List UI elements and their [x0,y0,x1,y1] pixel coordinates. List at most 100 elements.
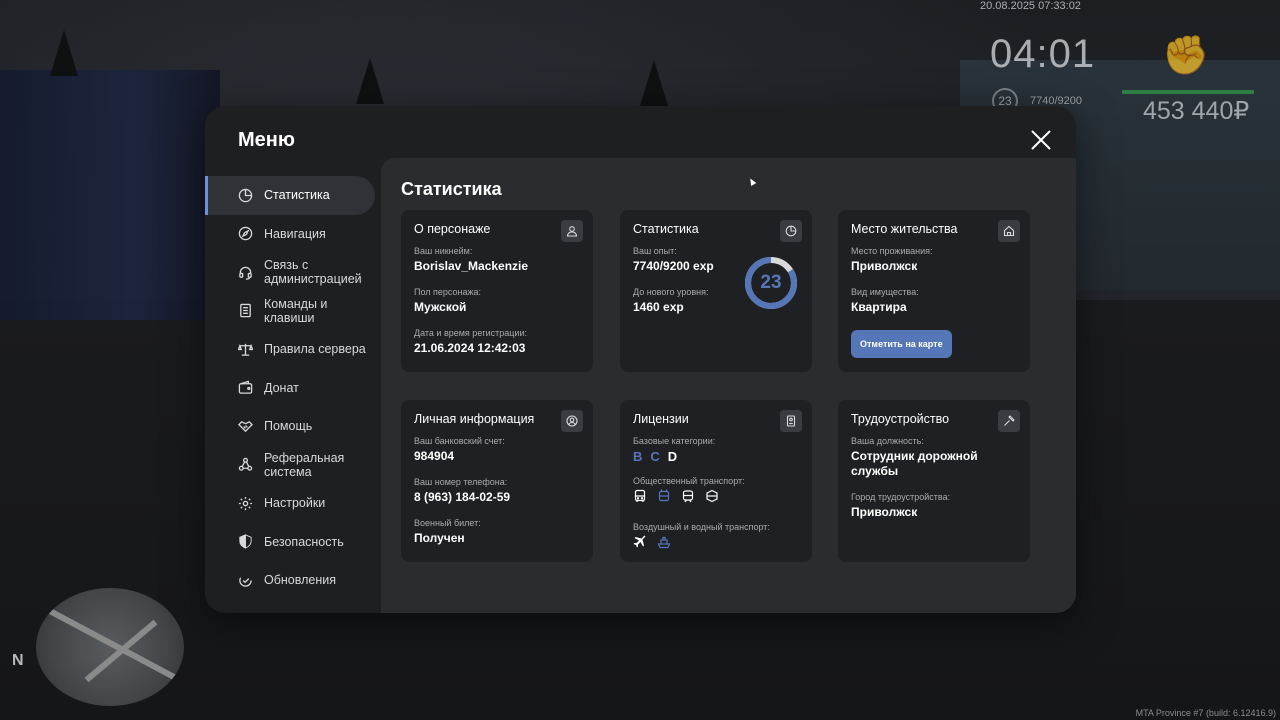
background-building [0,70,220,320]
sidebar-item-commands[interactable]: Команды и клавиши [205,292,381,331]
card-licenses: Лицензии Базовые категории: B C D Общест… [620,400,812,562]
sidebar-item-settings[interactable]: Настройки [205,484,381,523]
gear-icon [238,496,253,511]
minimap-road [84,619,158,683]
license-categories: B C D [633,449,799,464]
minimap[interactable] [36,588,184,706]
sidebar-item-referral[interactable]: Реферальная система [205,446,381,485]
license-category-c: C [650,449,660,464]
sidebar-item-label: Помощь [264,419,313,434]
background-tree [640,60,668,106]
check-circle-icon [238,573,253,588]
phone-value: 8 (963) 184-02-59 [414,490,511,504]
sidebar-item-help[interactable]: Помощь [205,407,381,446]
pie-chart-icon [780,220,802,242]
boat-icon [657,535,671,554]
sidebar-item-label: Статистика [264,188,330,203]
metro-icon [705,489,719,508]
network-icon [238,457,253,472]
modal-title: Меню [238,129,295,151]
hud-clock: 04:01 [990,32,1096,76]
level-number: 23 [760,272,782,293]
residence-place-value: Приволжск [851,259,918,273]
sidebar-item-label: Донат [264,380,299,395]
background-tree [50,30,78,76]
job-city-value: Приволжск [851,505,918,519]
menu-modal: Меню Статистика Навигация Связь с админи… [205,106,1076,613]
nickname-label: Ваш никнейм: [414,246,473,256]
document-icon [238,303,253,318]
sidebar-item-label: Реферальная система [264,450,345,479]
minimap-north-marker: N [12,652,24,669]
tram-icon [681,489,695,508]
home-icon [998,220,1020,242]
registration-value: 21.06.2024 12:42:03 [414,341,526,355]
air-water-transport-icons [633,535,799,554]
exp-label: Ваш опыт: [633,246,677,256]
job-position-label: Ваша должность: [851,436,924,446]
card-personal: Личная информация Ваш банковский счет: 9… [401,400,593,562]
sidebar-item-updates[interactable]: Обновления [205,561,381,600]
close-button[interactable] [1028,127,1054,153]
sidebar-item-label: Связь с администрацией [264,258,362,287]
card-title: Статистика [633,222,699,236]
sidebar-item-admin-contact[interactable]: Связь с администрацией [205,253,381,292]
airplane-icon [633,535,647,554]
military-id-value: Получен [414,531,465,545]
sidebar-item-label: Навигация [264,226,326,241]
job-city-label: Город трудоустройства: [851,492,951,502]
hud-money: 453 440₽ [1143,97,1250,125]
card-residence: Место жительства Место проживания: Приво… [838,210,1030,372]
bank-account-label: Ваш банковский счет: [414,436,505,446]
property-type-value: Квартира [851,300,907,314]
card-title: Личная информация [414,412,535,426]
card-character: О персонаже Ваш никнейм: Borislav_Macken… [401,210,593,372]
background-tree [356,58,384,104]
build-info: MTA Province #7 (build: 6.12416.9) [1135,708,1276,718]
license-icon [780,410,802,432]
card-job: Трудоустройство Ваша должность: Сотрудни… [838,400,1030,562]
sidebar-item-security[interactable]: Безопасность [205,523,381,562]
sidebar-item-label: Команды и клавиши [264,296,328,325]
license-category-b: B [633,449,643,464]
wallet-icon [238,380,253,395]
sidebar-item-label: Настройки [264,496,326,511]
property-type-label: Вид имущества: [851,287,919,297]
card-title: Трудоустройство [851,412,950,426]
user-icon [561,220,583,242]
public-transport-icons [633,489,799,508]
sidebar-item-rules[interactable]: Правила сервера [205,330,381,369]
content-title: Статистика [401,179,502,199]
card-title: О персонаже [414,222,491,236]
residence-place-label: Место проживания: [851,246,933,256]
public-transport-label: Общественный транспорт: [633,476,745,486]
nickname-value: Borislav_Mackenzie [414,259,529,273]
sidebar-item-statistics[interactable]: Статистика [205,176,375,215]
bank-account-value: 984904 [414,449,455,463]
headset-icon [238,265,253,280]
hud-health-bar [1122,90,1254,94]
base-categories-label: Базовые категории: [633,436,716,446]
job-position-value: Сотрудник дорожной службы [851,449,978,478]
hud-datetime: 20.08.2025 07:33:02 [980,0,1081,12]
sidebar-item-label: Правила сервера [264,342,366,357]
sidebar: Статистика Навигация Связь с администрац… [205,176,381,600]
sidebar-item-donate[interactable]: Донат [205,369,381,408]
sidebar-item-label: Безопасность [264,534,344,549]
card-stats: Статистика Ваш опыт: 7740/9200 exp До но… [620,210,812,372]
minimap-road [43,605,177,681]
bus-icon [633,489,647,508]
sidebar-item-label: Обновления [264,573,336,588]
trolleybus-icon [657,489,671,508]
user-circle-icon [561,410,583,432]
scales-icon [238,342,253,357]
pie-chart-icon [238,188,253,203]
compass-icon [238,226,253,241]
sidebar-item-navigation[interactable]: Навигация [205,215,381,254]
shield-icon [238,534,253,550]
registration-label: Дата и время регистрации: [414,328,527,338]
mark-on-map-button[interactable]: Отметить на карте [851,330,952,358]
card-title: Место жительства [851,222,958,236]
gender-label: Пол персонажа: [414,287,482,297]
phone-label: Ваш номер телефона: [414,477,508,487]
